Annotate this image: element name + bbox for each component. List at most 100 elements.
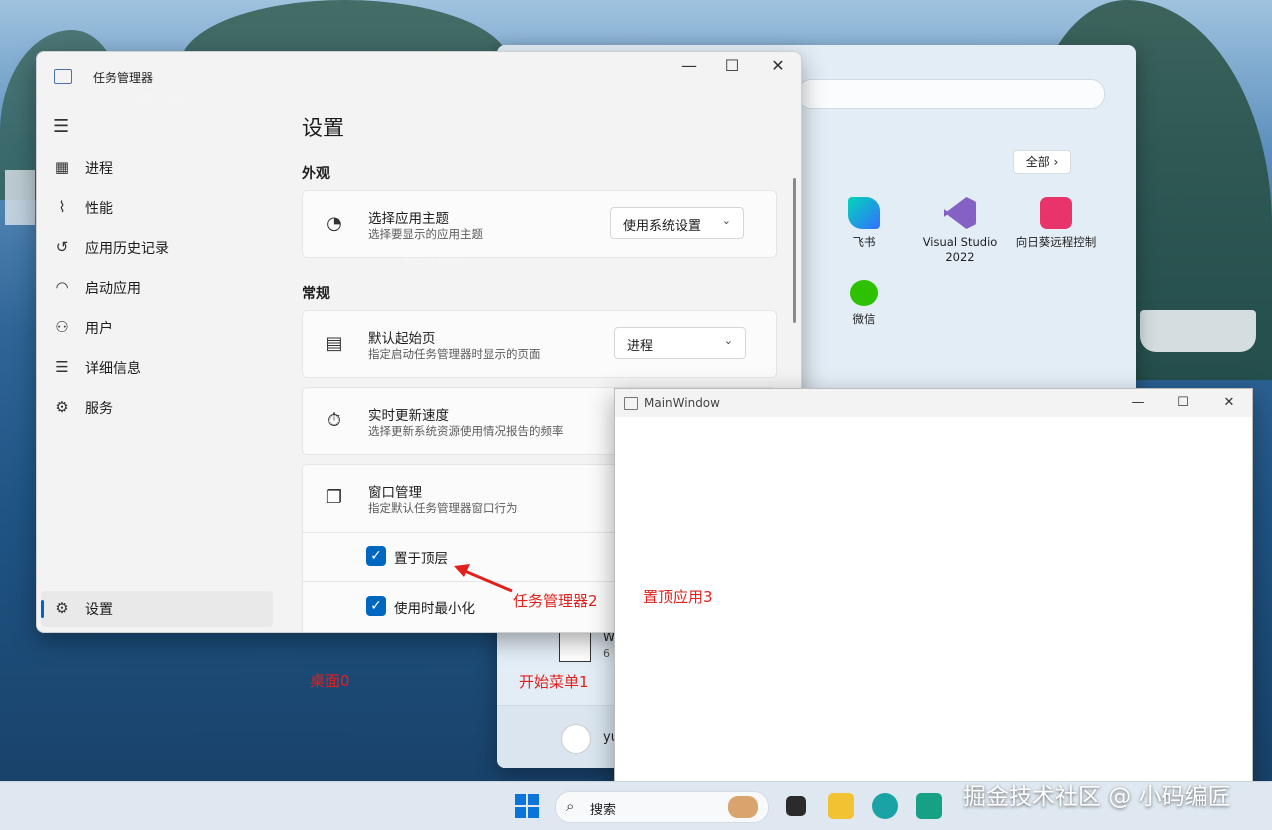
nav-label: 设置 bbox=[85, 602, 113, 618]
setting-subtitle: 指定默认任务管理器窗口行为 bbox=[368, 501, 518, 515]
section-heading-general: 常规 bbox=[302, 286, 330, 302]
minimize-on-use-checkbox[interactable]: ✓ bbox=[366, 596, 386, 616]
annotation-task-manager: 任务管理器2 bbox=[513, 592, 598, 610]
recommended-item-subtitle: 6 bbox=[603, 647, 610, 660]
nav-item-startup-apps[interactable]: ◠ 启动应用 bbox=[37, 270, 273, 306]
setting-title: 选择应用主题 bbox=[368, 211, 449, 227]
theme-setting-card: ◔ 选择应用主题 选择要显示的应用主题 使用系统设置 ⌄ bbox=[302, 190, 777, 258]
app-tile-wechat[interactable]: 微信 bbox=[819, 280, 909, 327]
user-avatar-icon[interactable] bbox=[561, 724, 591, 754]
palette-icon: ◔ bbox=[326, 213, 342, 234]
setting-title: 默认起始页 bbox=[368, 331, 436, 347]
task-manager-app-icon bbox=[54, 69, 72, 84]
watermark-text: 学生 7140 bbox=[130, 92, 189, 106]
services-icon: ⚙ bbox=[55, 398, 69, 416]
settings-gear-icon: ⚙ bbox=[55, 599, 69, 617]
scrollbar[interactable] bbox=[793, 178, 796, 323]
wechat-icon bbox=[850, 280, 878, 306]
app-label: 飞书 bbox=[852, 235, 876, 249]
annotation-desktop: 桌面0 bbox=[310, 672, 350, 690]
dropdown-value: 使用系统设置 bbox=[623, 219, 702, 234]
nav-label: 应用历史记录 bbox=[85, 241, 169, 257]
app-label: 微信 bbox=[852, 312, 876, 326]
window-title: 任务管理器 bbox=[93, 71, 154, 85]
task-view-icon[interactable] bbox=[786, 796, 806, 816]
setting-title: 窗口管理 bbox=[368, 485, 422, 501]
watermark-text: 学生 7140 bbox=[1080, 642, 1139, 656]
app-tile-sunlogin[interactable]: 向日葵远程控制 bbox=[1011, 197, 1101, 250]
dropdown-value: 进程 bbox=[627, 339, 654, 354]
annotation-topmost-app: 置顶应用3 bbox=[643, 588, 713, 606]
hamburger-menu-icon[interactable]: ☰ bbox=[53, 116, 69, 137]
background-boat bbox=[5, 170, 35, 225]
performance-icon: ⌇ bbox=[58, 198, 66, 216]
users-icon: ⚇ bbox=[55, 318, 69, 336]
default-page-setting-card: ▤ 默认起始页 指定启动任务管理器时显示的页面 进程 ⌄ bbox=[302, 310, 777, 378]
close-button[interactable]: ✕ bbox=[1217, 391, 1241, 415]
close-button[interactable]: ✕ bbox=[766, 54, 790, 78]
maximize-button[interactable]: ☐ bbox=[1171, 391, 1195, 415]
window-title: MainWindow bbox=[644, 396, 720, 410]
sunlogin-icon bbox=[1040, 197, 1072, 229]
startup-apps-icon: ◠ bbox=[55, 278, 69, 296]
watermark-text: 学生 7140 bbox=[790, 492, 849, 506]
setting-subtitle: 选择要显示的应用主题 bbox=[368, 227, 483, 241]
app-label: Visual Studio 2022 bbox=[922, 235, 998, 264]
main-window-titlebar[interactable]: MainWindow — ☐ ✕ bbox=[615, 389, 1252, 417]
app-tile-feishu[interactable]: 飞书 bbox=[819, 197, 909, 250]
search-icon: ⌕ bbox=[566, 797, 575, 815]
nav-item-details[interactable]: ☰ 详细信息 bbox=[37, 350, 273, 386]
watermark-text: 学生 7140 bbox=[400, 252, 459, 266]
brand-watermark: 掘金技术社区 @ 小码编匠 bbox=[963, 784, 1231, 810]
processes-icon: ▦ bbox=[54, 158, 70, 176]
minimize-button[interactable]: — bbox=[1126, 391, 1150, 415]
file-explorer-icon[interactable] bbox=[828, 793, 854, 819]
start-search-input[interactable] bbox=[797, 79, 1105, 109]
nav-item-services[interactable]: ⚙ 服务 bbox=[37, 390, 273, 426]
speedometer-icon: ⏱ bbox=[326, 410, 342, 431]
minimize-button[interactable]: — bbox=[677, 54, 701, 78]
annotation-start-menu: 开始菜单1 bbox=[519, 673, 589, 691]
checkbox-label: 使用时最小化 bbox=[394, 601, 475, 617]
nav-item-settings[interactable]: ⚙ 设置 bbox=[41, 591, 273, 627]
nav-item-users[interactable]: ⚇ 用户 bbox=[37, 310, 273, 346]
chevron-down-icon: ⌄ bbox=[723, 334, 733, 347]
search-highlight-icon bbox=[728, 796, 758, 818]
nav-item-performance[interactable]: ⌇ 性能 bbox=[37, 190, 273, 226]
setting-title: 实时更新速度 bbox=[368, 408, 449, 424]
default-page-dropdown[interactable]: 进程 ⌄ bbox=[614, 327, 746, 359]
checkbox-label: 置于顶层 bbox=[394, 551, 448, 567]
nav-label: 进程 bbox=[85, 161, 113, 177]
nav-label: 详细信息 bbox=[85, 361, 141, 377]
taskbar-search-box[interactable]: ⌕ 搜索 bbox=[555, 791, 769, 823]
app-label: 向日葵远程控制 bbox=[1015, 235, 1097, 249]
search-label: 搜索 bbox=[590, 803, 617, 818]
app-icon[interactable] bbox=[916, 793, 942, 819]
details-icon: ☰ bbox=[55, 358, 69, 376]
setting-subtitle: 选择更新系统资源使用情况报告的频率 bbox=[368, 424, 564, 438]
all-apps-button[interactable]: 全部 › bbox=[1013, 150, 1071, 174]
nav-label: 用户 bbox=[85, 321, 113, 337]
visual-studio-icon bbox=[944, 197, 976, 229]
nav-label: 启动应用 bbox=[85, 281, 141, 297]
always-on-top-checkbox[interactable]: ✓ bbox=[366, 546, 386, 566]
theme-dropdown[interactable]: 使用系统设置 ⌄ bbox=[610, 207, 744, 239]
windows-stack-icon: ❐ bbox=[325, 487, 343, 508]
app-tile-visual-studio[interactable]: Visual Studio 2022 bbox=[915, 197, 1005, 265]
annotation-arrow-icon bbox=[454, 564, 513, 593]
nav-item-app-history[interactable]: ↺ 应用历史记录 bbox=[37, 230, 273, 266]
nav-item-processes[interactable]: ▦ 进程 bbox=[37, 150, 273, 186]
chevron-down-icon: ⌄ bbox=[721, 214, 731, 227]
app-history-icon: ↺ bbox=[55, 238, 69, 256]
feishu-icon bbox=[848, 197, 880, 229]
window-app-icon bbox=[624, 397, 638, 410]
section-heading-appearance: 外观 bbox=[302, 166, 330, 182]
start-page-icon: ▤ bbox=[325, 333, 343, 354]
maximize-button[interactable]: ☐ bbox=[720, 54, 744, 78]
background-boat bbox=[1140, 310, 1256, 352]
nav-label: 性能 bbox=[85, 201, 113, 217]
selected-indicator bbox=[41, 600, 44, 618]
setting-subtitle: 指定启动任务管理器时显示的页面 bbox=[368, 347, 541, 361]
edge-browser-icon[interactable] bbox=[872, 793, 898, 819]
windows-start-icon[interactable] bbox=[514, 793, 540, 819]
